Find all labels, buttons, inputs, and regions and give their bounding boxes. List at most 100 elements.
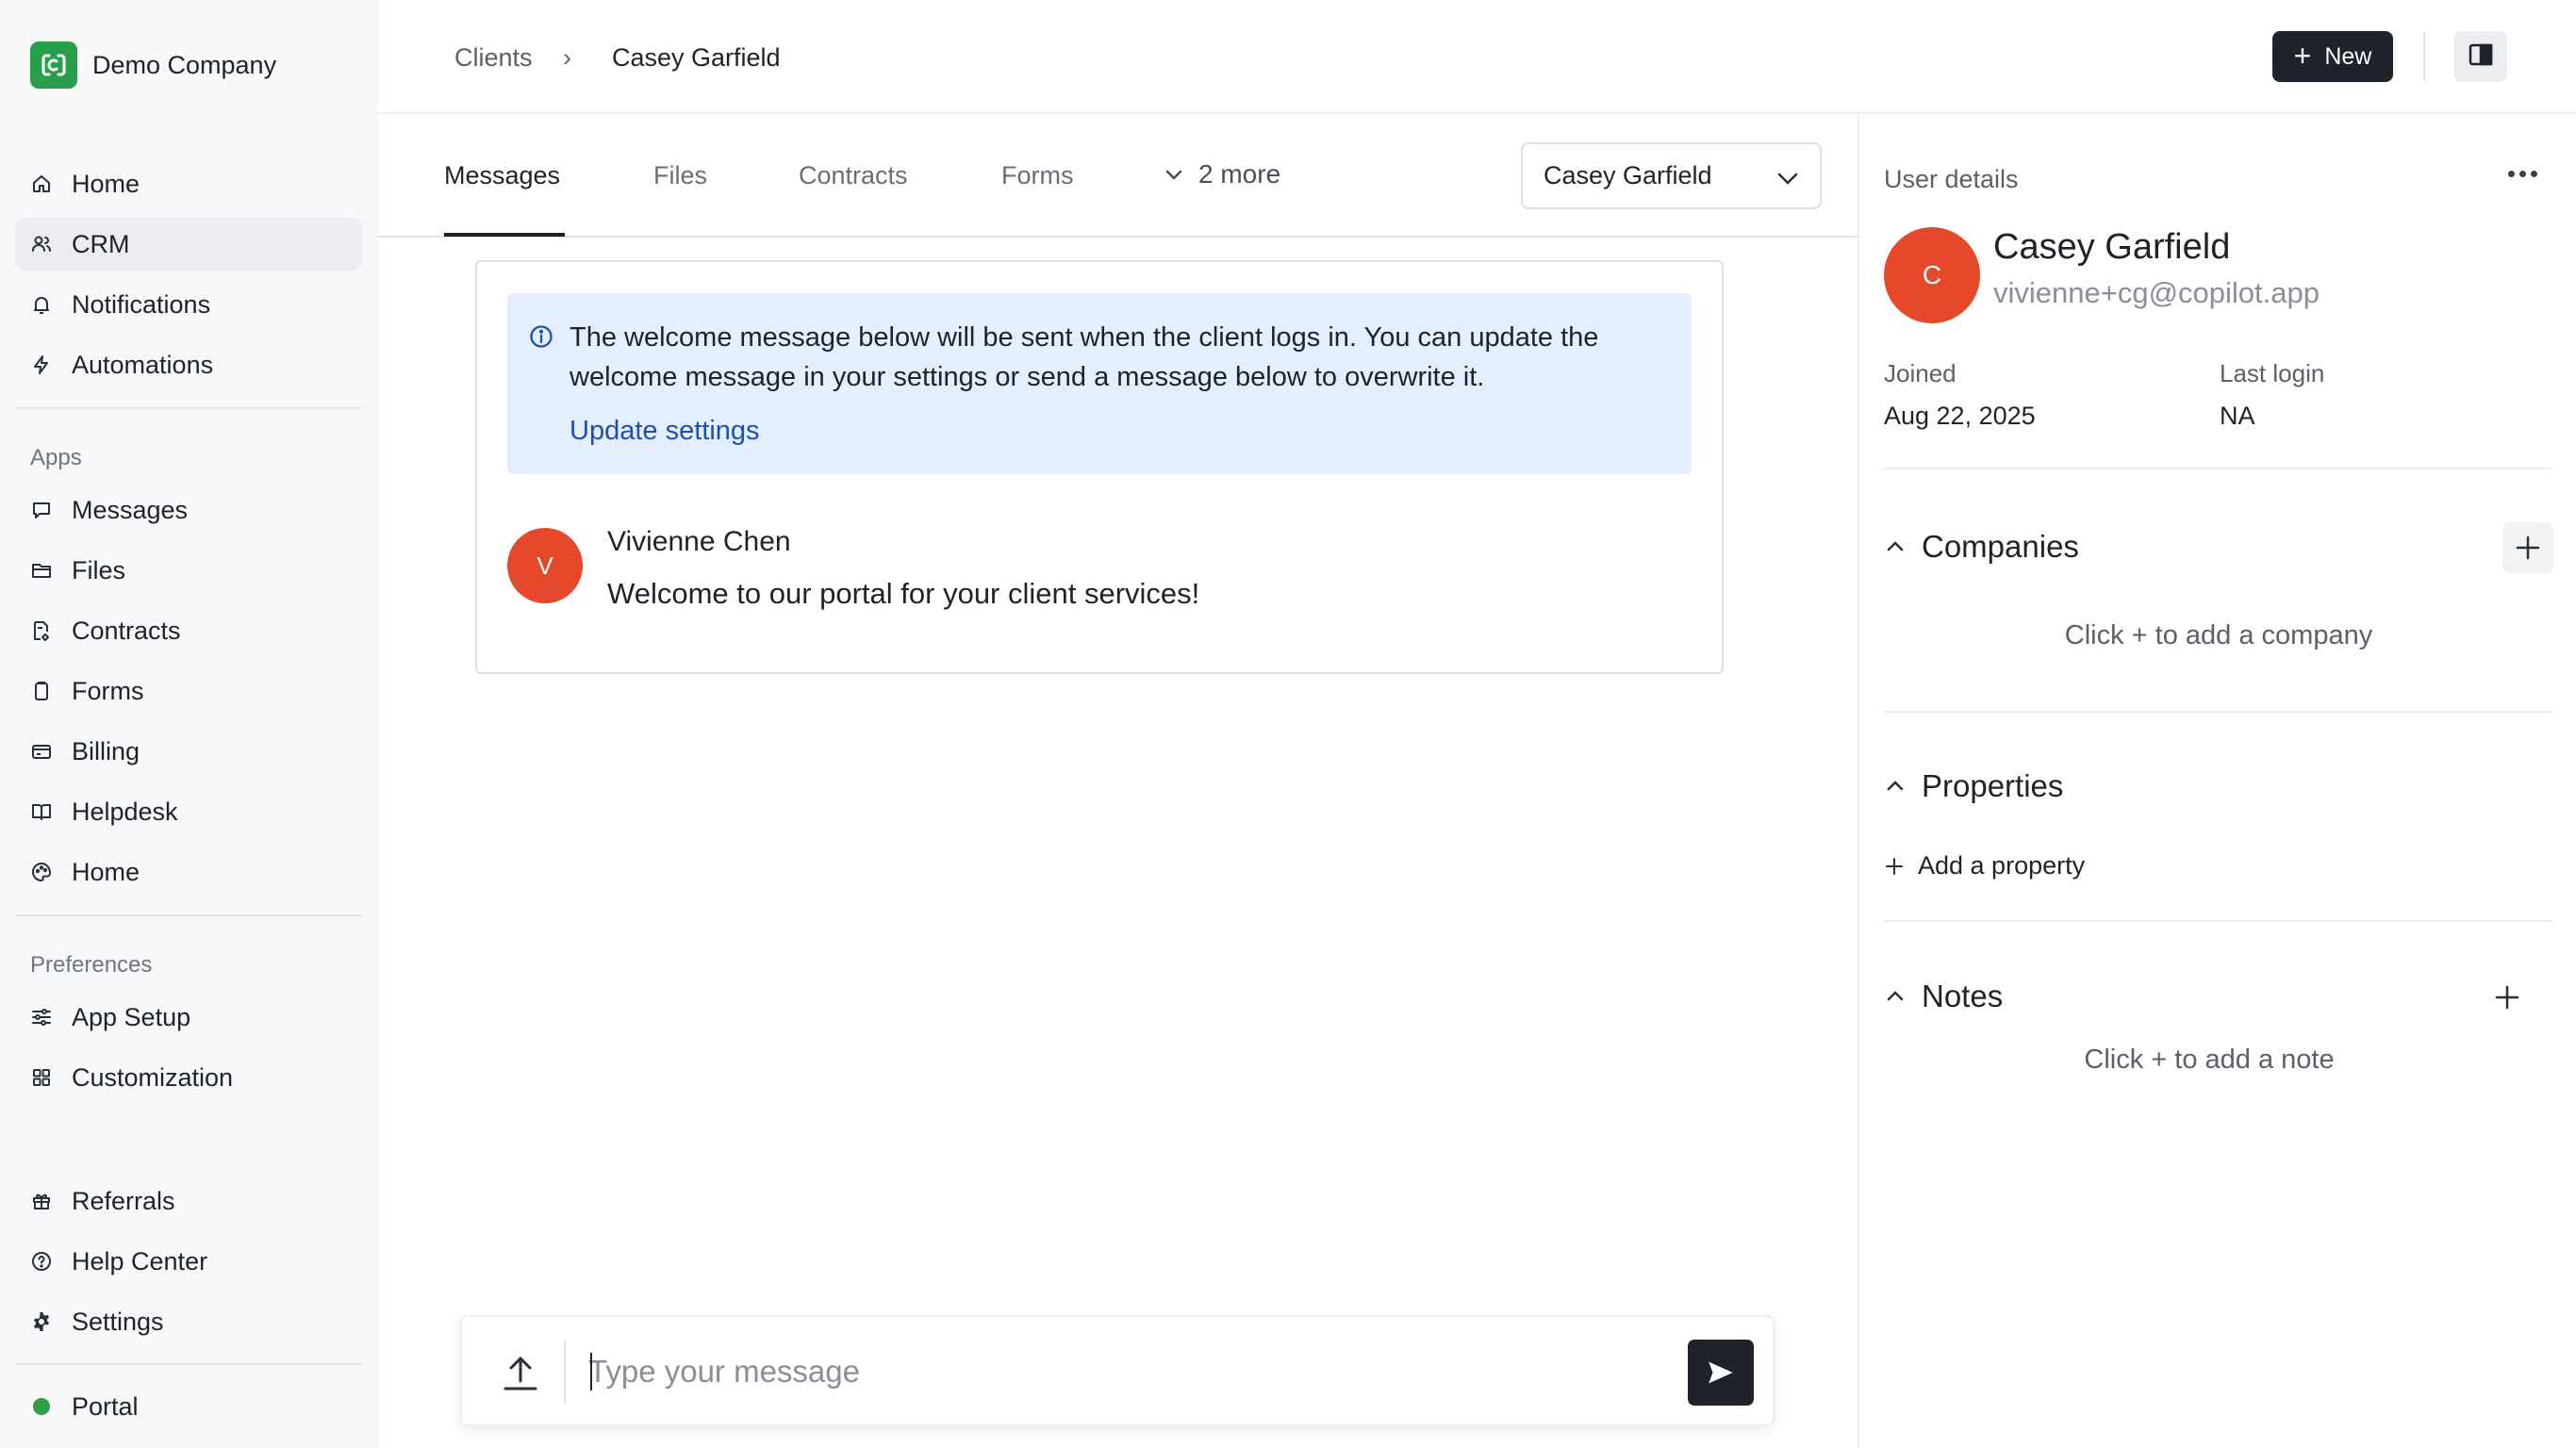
sidebar-item-label: Contracts (72, 616, 181, 645)
sidebar-item-label: Referrals (72, 1186, 175, 1215)
sidebar-item-customization[interactable]: Customization (15, 1051, 362, 1104)
tab-forms[interactable]: Forms (1001, 161, 1074, 190)
sidebar-item-contracts[interactable]: Contracts (15, 604, 362, 657)
notes-empty-text: Click + to add a note (2084, 1045, 2335, 1075)
sidebar-item-label: Settings (72, 1307, 164, 1336)
sidebar-item-label: Help Center (72, 1246, 208, 1275)
users-icon (28, 231, 55, 257)
message-input[interactable] (588, 1343, 1626, 1400)
breadcrumb-clients[interactable]: Clients (454, 41, 533, 74)
companies-section-toggle[interactable]: Companies (1884, 529, 2079, 565)
properties-heading: Properties (1922, 768, 2064, 803)
sidebar-item-app-setup[interactable]: App Setup (15, 991, 362, 1044)
add-property-button[interactable]: Add a property (1884, 851, 2085, 880)
properties-section-toggle[interactable]: Properties (1884, 768, 2063, 804)
tab-contracts[interactable]: Contracts (799, 161, 908, 190)
contract-icon (28, 617, 55, 644)
avatar: V (507, 528, 583, 603)
status-dot-icon (28, 1393, 55, 1420)
companies-heading: Companies (1922, 529, 2079, 564)
sidebar-item-label: Home (72, 857, 140, 886)
plus-icon (2495, 985, 2519, 1010)
sidebar: Demo Company Home CRM Notifications Auto… (0, 0, 378, 1448)
sidebar-item-label: Messages (72, 495, 189, 524)
brand[interactable]: Demo Company (30, 41, 276, 89)
plus-icon (2516, 535, 2540, 560)
banner-text: The welcome message below will be sent w… (570, 322, 1599, 392)
tab-files[interactable]: Files (653, 161, 707, 190)
client-select[interactable]: Casey Garfield (1521, 142, 1822, 209)
sidebar-item-referrals[interactable]: Referrals (15, 1175, 362, 1227)
last-login-value: NA (2220, 402, 2255, 430)
send-icon (1709, 1361, 1733, 1384)
bell-icon (28, 291, 55, 318)
sidebar-item-portal[interactable]: Portal (15, 1380, 362, 1433)
sidebar-item-crm[interactable]: CRM (15, 218, 362, 271)
sidebar-item-label: Forms (72, 676, 144, 705)
sidebar-item-label: Notifications (72, 289, 211, 319)
sidebar-item-label: Automations (72, 350, 214, 379)
new-button-label: New (2324, 42, 2372, 70)
message-composer (460, 1315, 1775, 1426)
sidebar-item-forms[interactable]: Forms (15, 665, 362, 717)
apps-heading: Apps (30, 445, 82, 470)
joined-value: Aug 22, 2025 (1884, 402, 2036, 430)
sidebar-item-settings[interactable]: Settings (15, 1295, 362, 1348)
companies-empty-text: Click + to add a company (2064, 620, 2373, 650)
sidebar-item-label: Helpdesk (72, 797, 178, 826)
sidebar-item-billing[interactable]: Billing (15, 725, 362, 778)
message-icon (28, 497, 55, 523)
upload-icon[interactable] (502, 1353, 539, 1397)
new-button[interactable]: + New (2272, 31, 2393, 82)
sidebar-item-help-center[interactable]: Help Center (15, 1235, 362, 1288)
update-settings-link[interactable]: Update settings (570, 416, 760, 447)
bolt-icon (28, 352, 55, 378)
more-options-icon[interactable] (2508, 171, 2537, 177)
panel-title: User details (1884, 165, 2019, 193)
preferences-heading: Preferences (30, 952, 153, 978)
sidebar-item-automations[interactable]: Automations (15, 338, 362, 391)
home-icon (28, 171, 55, 197)
breadcrumb-current: Casey Garfield (612, 43, 781, 72)
sidebar-panel-icon (2467, 41, 2495, 74)
add-property-label: Add a property (1918, 851, 2086, 880)
panel-toggle-button[interactable] (2454, 31, 2507, 82)
composer-divider (564, 1341, 566, 1404)
last-login-label: Last login (2220, 359, 2325, 387)
info-banner: The welcome message below will be sent w… (507, 293, 1692, 474)
add-note-button[interactable] (2482, 972, 2533, 1023)
panel-divider (1884, 920, 2553, 922)
sidebar-item-label: Home (72, 169, 140, 198)
more-tabs-button[interactable]: 2 more (1163, 159, 1280, 189)
sidebar-item-label: Customization (72, 1062, 234, 1092)
chevron-down-icon (1165, 170, 1182, 180)
chevron-down-icon (1777, 173, 1798, 185)
sidebar-item-home-app[interactable]: Home (15, 846, 362, 898)
clipboard-icon (28, 678, 55, 704)
brand-name: Demo Company (92, 50, 277, 79)
tab-messages[interactable]: Messages (444, 161, 560, 190)
panel-divider (1884, 468, 2553, 469)
grid-icon (28, 1064, 55, 1091)
brand-logo-icon (30, 41, 77, 89)
user-details-panel: User details C Casey Garfield vivienne+c… (1858, 114, 2576, 1448)
sidebar-item-notifications[interactable]: Notifications (15, 278, 362, 331)
sidebar-item-messages[interactable]: Messages (15, 484, 362, 536)
gift-icon (28, 1188, 55, 1214)
add-company-button[interactable] (2502, 522, 2553, 573)
plus-icon: + (2293, 38, 2312, 73)
top-bar: Clients › Casey Garfield + New (378, 0, 2576, 114)
notes-section-toggle[interactable]: Notes (1884, 979, 2003, 1014)
sidebar-divider (15, 1363, 362, 1365)
sidebar-item-helpdesk[interactable]: Helpdesk (15, 785, 362, 838)
send-button[interactable] (1688, 1340, 1754, 1406)
user-email: vivienne+cg@copilot.app (1993, 276, 2320, 309)
chevron-up-icon (1887, 781, 1904, 791)
sidebar-item-home[interactable]: Home (15, 157, 362, 210)
panel-divider (1884, 711, 2553, 713)
info-icon (528, 323, 554, 354)
sidebar-item-files[interactable]: Files (15, 544, 362, 597)
user-name: Casey Garfield (1993, 227, 2231, 267)
notes-heading: Notes (1922, 979, 2004, 1013)
sidebar-item-label: App Setup (72, 1002, 191, 1031)
